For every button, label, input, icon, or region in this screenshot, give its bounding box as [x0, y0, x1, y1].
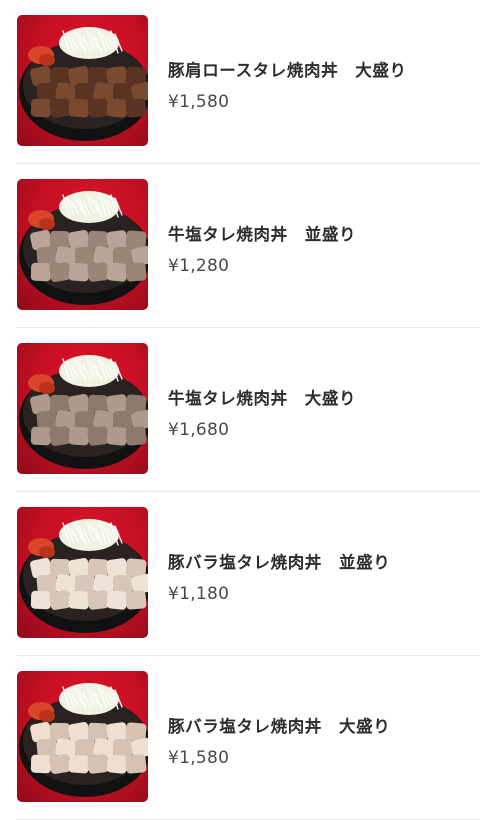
- menu-item-0[interactable]: 豚肩ロースタレ焼肉丼 大盛り ¥1,580: [0, 0, 480, 164]
- menu-item-photo: [17, 671, 148, 802]
- menu-item-price: ¥1,180: [168, 584, 230, 604]
- menu-item-price: ¥1,580: [168, 92, 230, 112]
- menu-item-photo: [17, 15, 148, 146]
- menu-item-name: 豚肩ロースタレ焼肉丼 大盛り: [168, 61, 407, 80]
- menu-item-photo: [17, 507, 148, 638]
- menu-item-name: 牛塩タレ焼肉丼 並盛り: [168, 225, 357, 244]
- rice-bowl-photo-icon: [19, 27, 148, 141]
- menu-item-name: 牛塩タレ焼肉丼 大盛り: [168, 389, 357, 408]
- menu-item-photo: [17, 179, 148, 310]
- rice-bowl-photo-icon: [19, 519, 148, 633]
- menu-item-photo: [17, 343, 148, 474]
- rice-bowl-photo-icon: [19, 355, 148, 469]
- menu-item-1[interactable]: 牛塩タレ焼肉丼 並盛り ¥1,280: [0, 164, 480, 328]
- menu-item-2[interactable]: 牛塩タレ焼肉丼 大盛り ¥1,680: [0, 328, 480, 492]
- menu-item-name: 豚バラ塩タレ焼肉丼 並盛り: [168, 553, 391, 572]
- menu-item-price: ¥1,580: [168, 748, 230, 768]
- menu-item-3[interactable]: 豚バラ塩タレ焼肉丼 並盛り ¥1,180: [0, 492, 480, 656]
- menu-item-name: 豚バラ塩タレ焼肉丼 大盛り: [168, 717, 391, 736]
- menu-item-price: ¥1,280: [168, 256, 230, 276]
- menu-item-price: ¥1,680: [168, 420, 230, 440]
- menu-item-4[interactable]: 豚バラ塩タレ焼肉丼 大盛り ¥1,580: [0, 656, 480, 820]
- rice-bowl-photo-icon: [19, 683, 148, 797]
- rice-bowl-photo-icon: [19, 191, 148, 305]
- menu-list: 豚肩ロースタレ焼肉丼 大盛り ¥1,580 牛塩タレ焼肉丼 並盛り ¥1,280…: [0, 0, 480, 820]
